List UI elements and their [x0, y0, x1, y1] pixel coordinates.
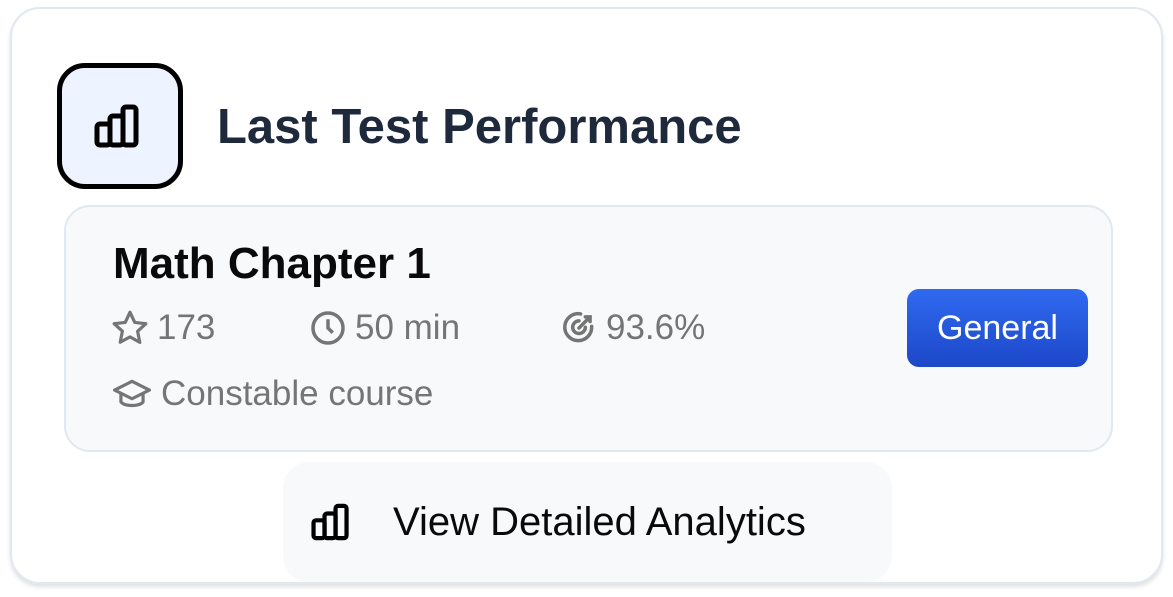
target-icon: [563, 311, 594, 343]
card-title: Last Test Performance: [217, 100, 742, 154]
view-analytics-label: View Detailed Analytics: [393, 499, 806, 544]
bar-chart-icon: [94, 104, 139, 148]
accuracy-meta: 93.6%: [560, 308, 705, 348]
score-value: 173: [157, 308, 216, 347]
course-meta: Constable course: [111, 374, 433, 414]
clock-icon: [311, 311, 345, 345]
test-summary[interactable]: Math Chapter 1 173 50 min 93.6% Constabl…: [64, 205, 1113, 452]
view-analytics-button[interactable]: View Detailed Analytics: [283, 462, 892, 582]
test-name: Math Chapter 1: [113, 239, 431, 288]
course-name: Constable course: [161, 374, 434, 413]
last-test-card: Last Test Performance Math Chapter 1 173…: [10, 7, 1163, 584]
accuracy-value: 93.6%: [606, 308, 706, 347]
score-meta: 173: [111, 308, 215, 348]
bar-chart-icon: [311, 503, 349, 541]
category-badge[interactable]: General: [907, 289, 1088, 367]
duration-value: 50 min: [355, 308, 461, 347]
star-icon: [112, 310, 148, 344]
header-icon-box: [57, 63, 183, 189]
duration-meta: 50 min: [309, 308, 460, 348]
graduation-cap-icon: [113, 379, 152, 408]
